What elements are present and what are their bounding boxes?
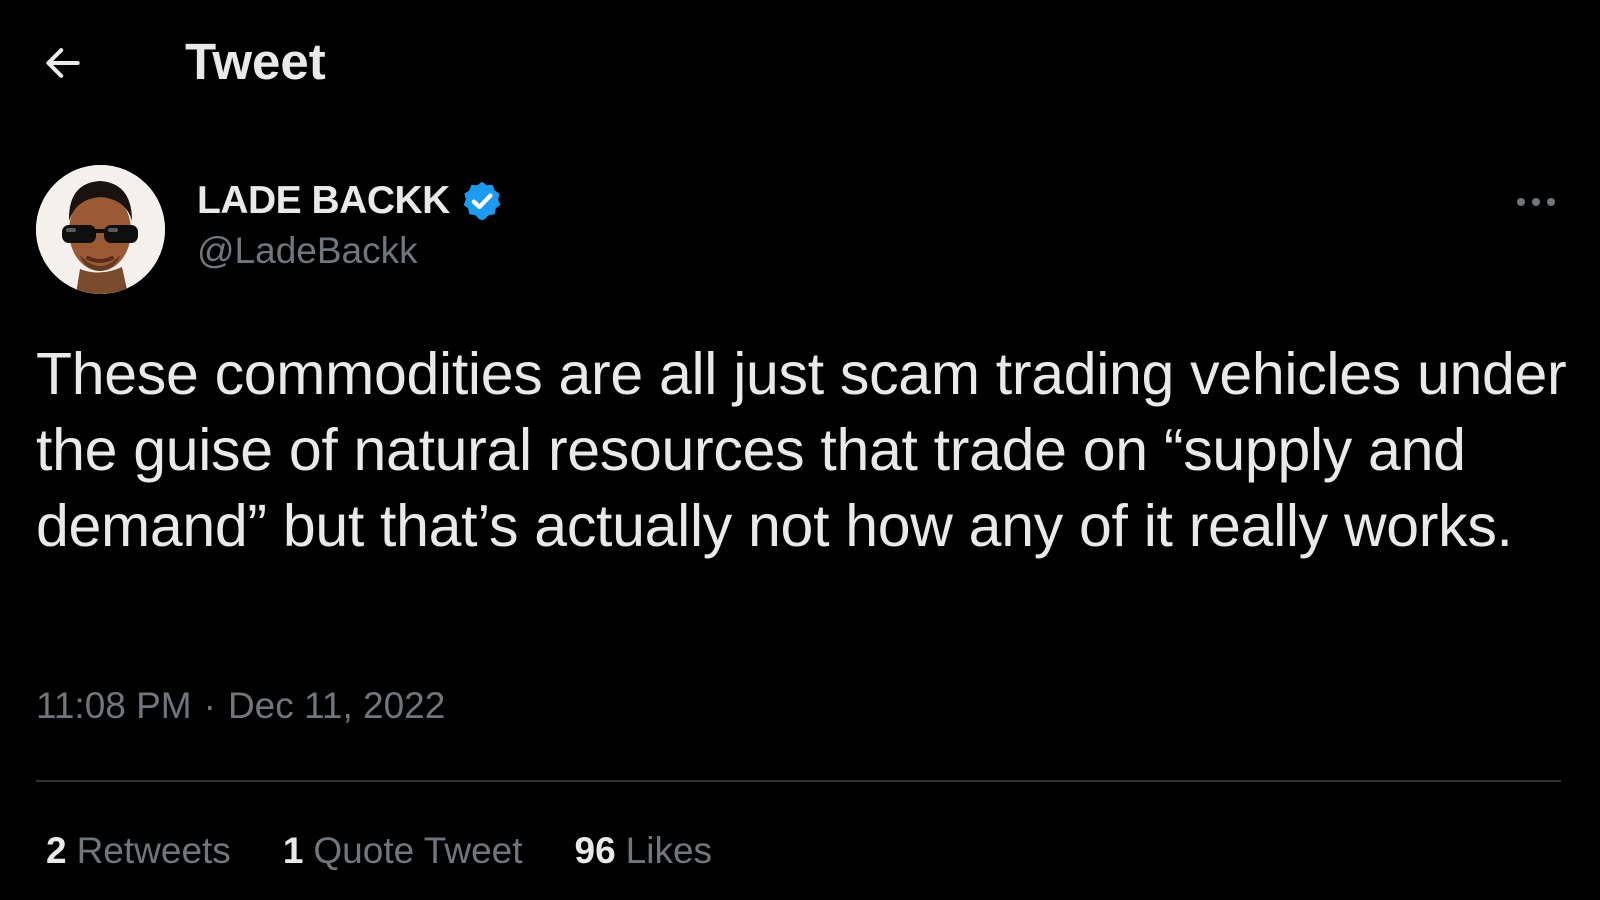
arrow-left-icon [46,48,80,78]
divider [36,780,1561,782]
timestamp-separator: · [203,685,216,726]
author-name-row: LADE BACKK [197,175,504,227]
tweet-time: 11:08 PM [36,685,192,726]
author-name[interactable]: LADE BACKK [197,179,450,223]
likes-count: 96 [574,830,616,871]
retweets-label: Retweets [76,830,231,871]
avatar[interactable] [36,165,165,294]
more-horizontal-icon [1517,198,1555,206]
retweets-count: 2 [46,830,67,871]
quote-tweets-stat[interactable]: 1 Quote Tweet [283,830,523,872]
author-handle[interactable]: @LadeBackk [197,230,418,272]
page-header: Tweet [0,0,1600,125]
likes-label: Likes [625,830,713,871]
quote-tweets-label: Quote Tweet [313,830,523,871]
tweet-date: Dec 11, 2022 [227,685,446,726]
verified-badge-icon [460,179,504,223]
tweet-stats: 2 Retweets 1 Quote Tweet 96 Likes [46,830,764,872]
likes-stat[interactable]: 96 Likes [575,830,713,872]
page-title: Tweet [185,33,326,90]
quote-tweets-count: 1 [282,830,304,871]
profile-photo [36,165,165,294]
more-options-button[interactable] [1508,180,1564,224]
back-button[interactable] [36,36,90,90]
tweet-text: These commodities are all just scam trad… [36,341,1567,559]
retweets-stat[interactable]: 2 Retweets [46,830,231,872]
tweet-timestamp[interactable]: 11:08 PM · Dec 11, 2022 [36,685,445,727]
